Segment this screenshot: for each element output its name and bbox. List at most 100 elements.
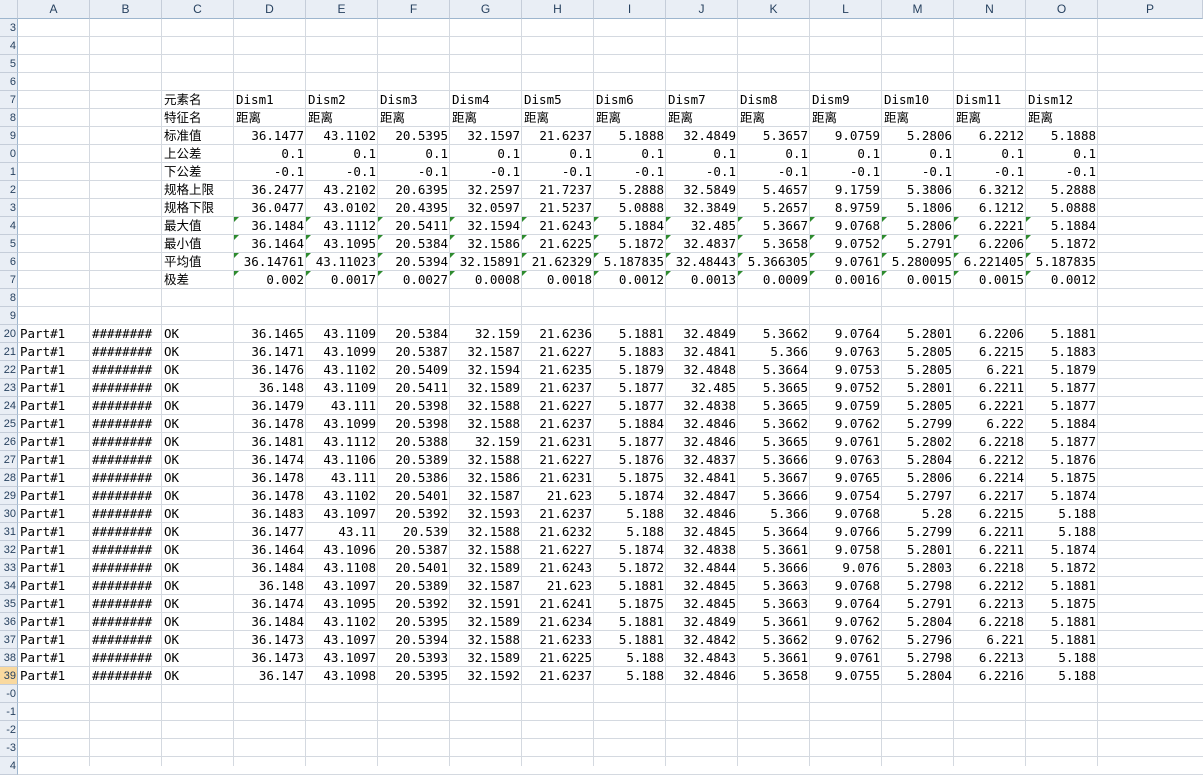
date-cell[interactable]: ########: [90, 433, 162, 451]
row-header[interactable]: 20: [0, 325, 18, 343]
date-cell[interactable]: ########: [90, 523, 162, 541]
measurement-cell[interactable]: 32.1589: [450, 649, 522, 667]
date-cell[interactable]: ########: [90, 541, 162, 559]
stat-value-cell[interactable]: -0.1: [810, 163, 882, 181]
stat-value-cell[interactable]: 5.2791: [882, 235, 954, 253]
result-cell[interactable]: OK: [162, 469, 234, 487]
measurement-cell[interactable]: 9.0761: [810, 433, 882, 451]
part-name-cell[interactable]: Part#1: [18, 451, 90, 469]
measurement-cell[interactable]: 5.188: [594, 667, 666, 685]
date-cell[interactable]: ########: [90, 451, 162, 469]
measurement-cell[interactable]: 32.1588: [450, 541, 522, 559]
measurement-cell[interactable]: 20.5392: [378, 505, 450, 523]
measurement-cell[interactable]: 43.1109: [306, 325, 378, 343]
measurement-cell[interactable]: 32.4845: [666, 523, 738, 541]
measurement-cell[interactable]: 9.0761: [810, 649, 882, 667]
measurement-cell[interactable]: 5.2797: [882, 487, 954, 505]
column-header-h[interactable]: H: [522, 0, 594, 19]
measurement-cell[interactable]: 6.2216: [954, 667, 1026, 685]
measurement-cell[interactable]: 32.4843: [666, 649, 738, 667]
measurement-cell[interactable]: 5.1884: [594, 415, 666, 433]
row-header[interactable]: 7: [0, 271, 18, 289]
column-header-e[interactable]: E: [306, 0, 378, 19]
measurement-cell[interactable]: 43.1102: [306, 487, 378, 505]
measurement-cell[interactable]: 21.6237: [522, 505, 594, 523]
measurement-cell[interactable]: 36.1465: [234, 325, 306, 343]
measurement-cell[interactable]: 5.1881: [594, 631, 666, 649]
measurement-cell[interactable]: 36.1471: [234, 343, 306, 361]
measurement-cell[interactable]: 5.3666: [738, 451, 810, 469]
stat-value-cell[interactable]: 32.4837: [666, 235, 738, 253]
stat-value-cell[interactable]: 36.14761: [234, 253, 306, 271]
measurement-cell[interactable]: 5.2804: [882, 667, 954, 685]
measurement-cell[interactable]: 20.5401: [378, 487, 450, 505]
stat-value-cell[interactable]: 9.0761: [810, 253, 882, 271]
row-header[interactable]: 35: [0, 595, 18, 613]
stat-value-cell[interactable]: 9.0759: [810, 127, 882, 145]
measurement-cell[interactable]: 21.6227: [522, 451, 594, 469]
stat-value-cell[interactable]: 32.1597: [450, 127, 522, 145]
result-cell[interactable]: OK: [162, 541, 234, 559]
stat-label-cell[interactable]: 规格上限: [162, 181, 234, 199]
measurement-cell[interactable]: 6.2206: [954, 325, 1026, 343]
date-cell[interactable]: ########: [90, 613, 162, 631]
measurement-cell[interactable]: 36.1484: [234, 613, 306, 631]
measurement-cell[interactable]: 5.1879: [1026, 361, 1098, 379]
stat-value-cell[interactable]: 36.1464: [234, 235, 306, 253]
measurement-cell[interactable]: 9.0754: [810, 487, 882, 505]
measurement-cell[interactable]: 32.4842: [666, 631, 738, 649]
measurement-cell[interactable]: 32.485: [666, 379, 738, 397]
measurement-cell[interactable]: 32.4847: [666, 487, 738, 505]
measurement-cell[interactable]: 21.623: [522, 487, 594, 505]
stat-value-cell[interactable]: 43.1095: [306, 235, 378, 253]
header-value-cell[interactable]: Dism2: [306, 91, 378, 109]
result-cell[interactable]: OK: [162, 379, 234, 397]
measurement-cell[interactable]: 5.2805: [882, 361, 954, 379]
measurement-cell[interactable]: 32.1586: [450, 469, 522, 487]
header-value-cell[interactable]: 距离: [882, 109, 954, 127]
measurement-cell[interactable]: 32.1594: [450, 361, 522, 379]
measurement-cell[interactable]: 5.188: [1026, 523, 1098, 541]
measurement-cell[interactable]: 21.6227: [522, 397, 594, 415]
measurement-cell[interactable]: 5.2801: [882, 325, 954, 343]
date-cell[interactable]: ########: [90, 631, 162, 649]
measurement-cell[interactable]: 32.1592: [450, 667, 522, 685]
measurement-cell[interactable]: 5.1874: [594, 541, 666, 559]
stat-value-cell[interactable]: -0.1: [522, 163, 594, 181]
stat-value-cell[interactable]: 43.1102: [306, 127, 378, 145]
measurement-cell[interactable]: 32.4838: [666, 397, 738, 415]
measurement-cell[interactable]: 5.1881: [594, 577, 666, 595]
part-name-cell[interactable]: Part#1: [18, 649, 90, 667]
spreadsheet-grid[interactable]: A B C D E F G H I J K L M N O P 3 4 5 6 7 8 9 0 1 2 3 4 5 6 7 8 9 20 21 22 2…: [0, 0, 1203, 775]
row-header[interactable]: 3: [0, 19, 18, 37]
row-header[interactable]: 33: [0, 559, 18, 577]
row-header[interactable]: 21: [0, 343, 18, 361]
measurement-cell[interactable]: 21.6237: [522, 379, 594, 397]
stat-value-cell[interactable]: 0.1: [882, 145, 954, 163]
row-header[interactable]: 36: [0, 613, 18, 631]
measurement-cell[interactable]: 5.3661: [738, 649, 810, 667]
measurement-cell[interactable]: 20.5384: [378, 325, 450, 343]
measurement-cell[interactable]: 32.1588: [450, 631, 522, 649]
date-cell[interactable]: ########: [90, 487, 162, 505]
measurement-cell[interactable]: 5.3658: [738, 667, 810, 685]
measurement-cell[interactable]: 9.0763: [810, 451, 882, 469]
date-cell[interactable]: ########: [90, 577, 162, 595]
header-value-cell[interactable]: Dism1: [234, 91, 306, 109]
measurement-cell[interactable]: 5.188: [1026, 505, 1098, 523]
stat-value-cell[interactable]: 5.1806: [882, 199, 954, 217]
measurement-cell[interactable]: 5.2791: [882, 595, 954, 613]
row-header[interactable]: 9: [0, 127, 18, 145]
stat-value-cell[interactable]: 5.366305: [738, 253, 810, 271]
stat-value-cell[interactable]: 32.5849: [666, 181, 738, 199]
stat-value-cell[interactable]: 21.6225: [522, 235, 594, 253]
measurement-cell[interactable]: 9.0764: [810, 595, 882, 613]
row-header[interactable]: 39: [0, 667, 18, 685]
part-name-cell[interactable]: Part#1: [18, 595, 90, 613]
row-header[interactable]: 6: [0, 73, 18, 91]
stat-value-cell[interactable]: 43.1112: [306, 217, 378, 235]
stat-value-cell[interactable]: 5.1888: [1026, 127, 1098, 145]
measurement-cell[interactable]: 43.1099: [306, 343, 378, 361]
column-header-a[interactable]: A: [18, 0, 90, 19]
stat-value-cell[interactable]: -0.1: [738, 163, 810, 181]
